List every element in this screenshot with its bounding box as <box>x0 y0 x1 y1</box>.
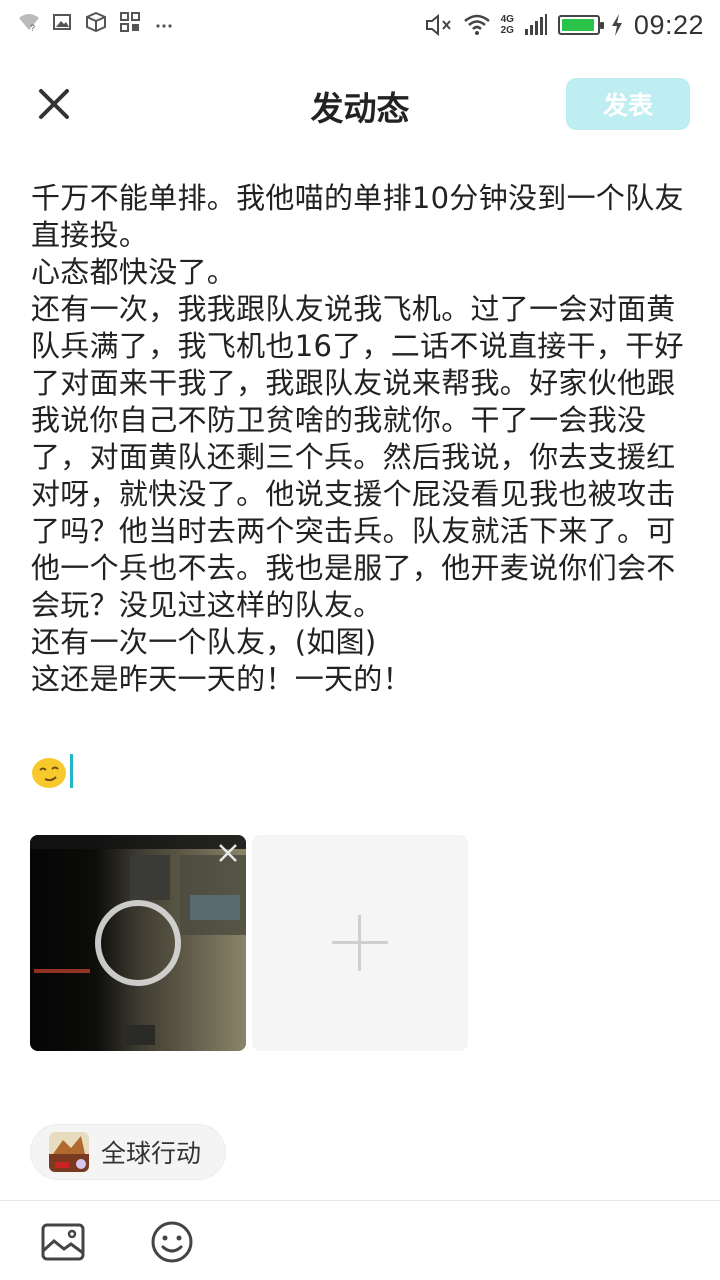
plus-icon-vertical <box>358 915 361 971</box>
status-bar-left: ? <box>18 11 174 33</box>
charging-icon <box>610 13 624 37</box>
status-time: 09:22 <box>633 9 704 40</box>
image-picker-icon <box>41 1223 85 1261</box>
smirk-emoji-icon <box>32 757 66 788</box>
network-type: 4G 2G <box>501 14 514 36</box>
grid-icon <box>120 12 140 32</box>
attached-image[interactable] <box>30 835 246 1051</box>
image-picker-button[interactable] <box>40 1219 86 1265</box>
publish-button[interactable]: 发表 <box>566 78 690 130</box>
battery-level-fill <box>561 19 595 31</box>
status-bar-right: 4G 2G 09:22 <box>425 8 704 42</box>
remove-image-button[interactable] <box>216 841 240 865</box>
bottom-toolbar <box>0 1200 720 1280</box>
signal-icon <box>524 13 548 37</box>
add-image-button[interactable] <box>252 835 468 1051</box>
mute-icon <box>425 13 453 37</box>
game-screenshot-thumbnail <box>30 835 246 1051</box>
game-icon <box>49 1132 89 1172</box>
image-icon <box>52 12 72 32</box>
emoji-picker-icon <box>151 1221 193 1263</box>
wifi-question-icon: ? <box>18 12 39 33</box>
svg-text:?: ? <box>30 23 35 32</box>
post-text-input[interactable]: 千万不能单排。我他喵的单排10分钟没到一个队友直接投。 心态都快没了。 还有一次… <box>31 180 691 698</box>
network-type-top: 4G <box>500 14 514 25</box>
close-icon <box>219 844 237 862</box>
battery-icon <box>557 15 604 35</box>
box-icon <box>86 11 106 33</box>
emoji-picker-button[interactable] <box>149 1219 195 1265</box>
text-caret <box>70 753 73 788</box>
status-bar: ? 4G 2G 09:22 <box>0 0 720 50</box>
wifi-icon <box>463 13 491 37</box>
topic-tag[interactable]: 全球行动 <box>30 1124 227 1180</box>
emoji-line <box>31 752 73 789</box>
topic-label: 全球行动 <box>101 1139 202 1168</box>
network-type-bottom: 2G <box>500 25 514 36</box>
more-dots-icon <box>154 12 174 32</box>
header: 发动态 发表 <box>0 64 720 144</box>
